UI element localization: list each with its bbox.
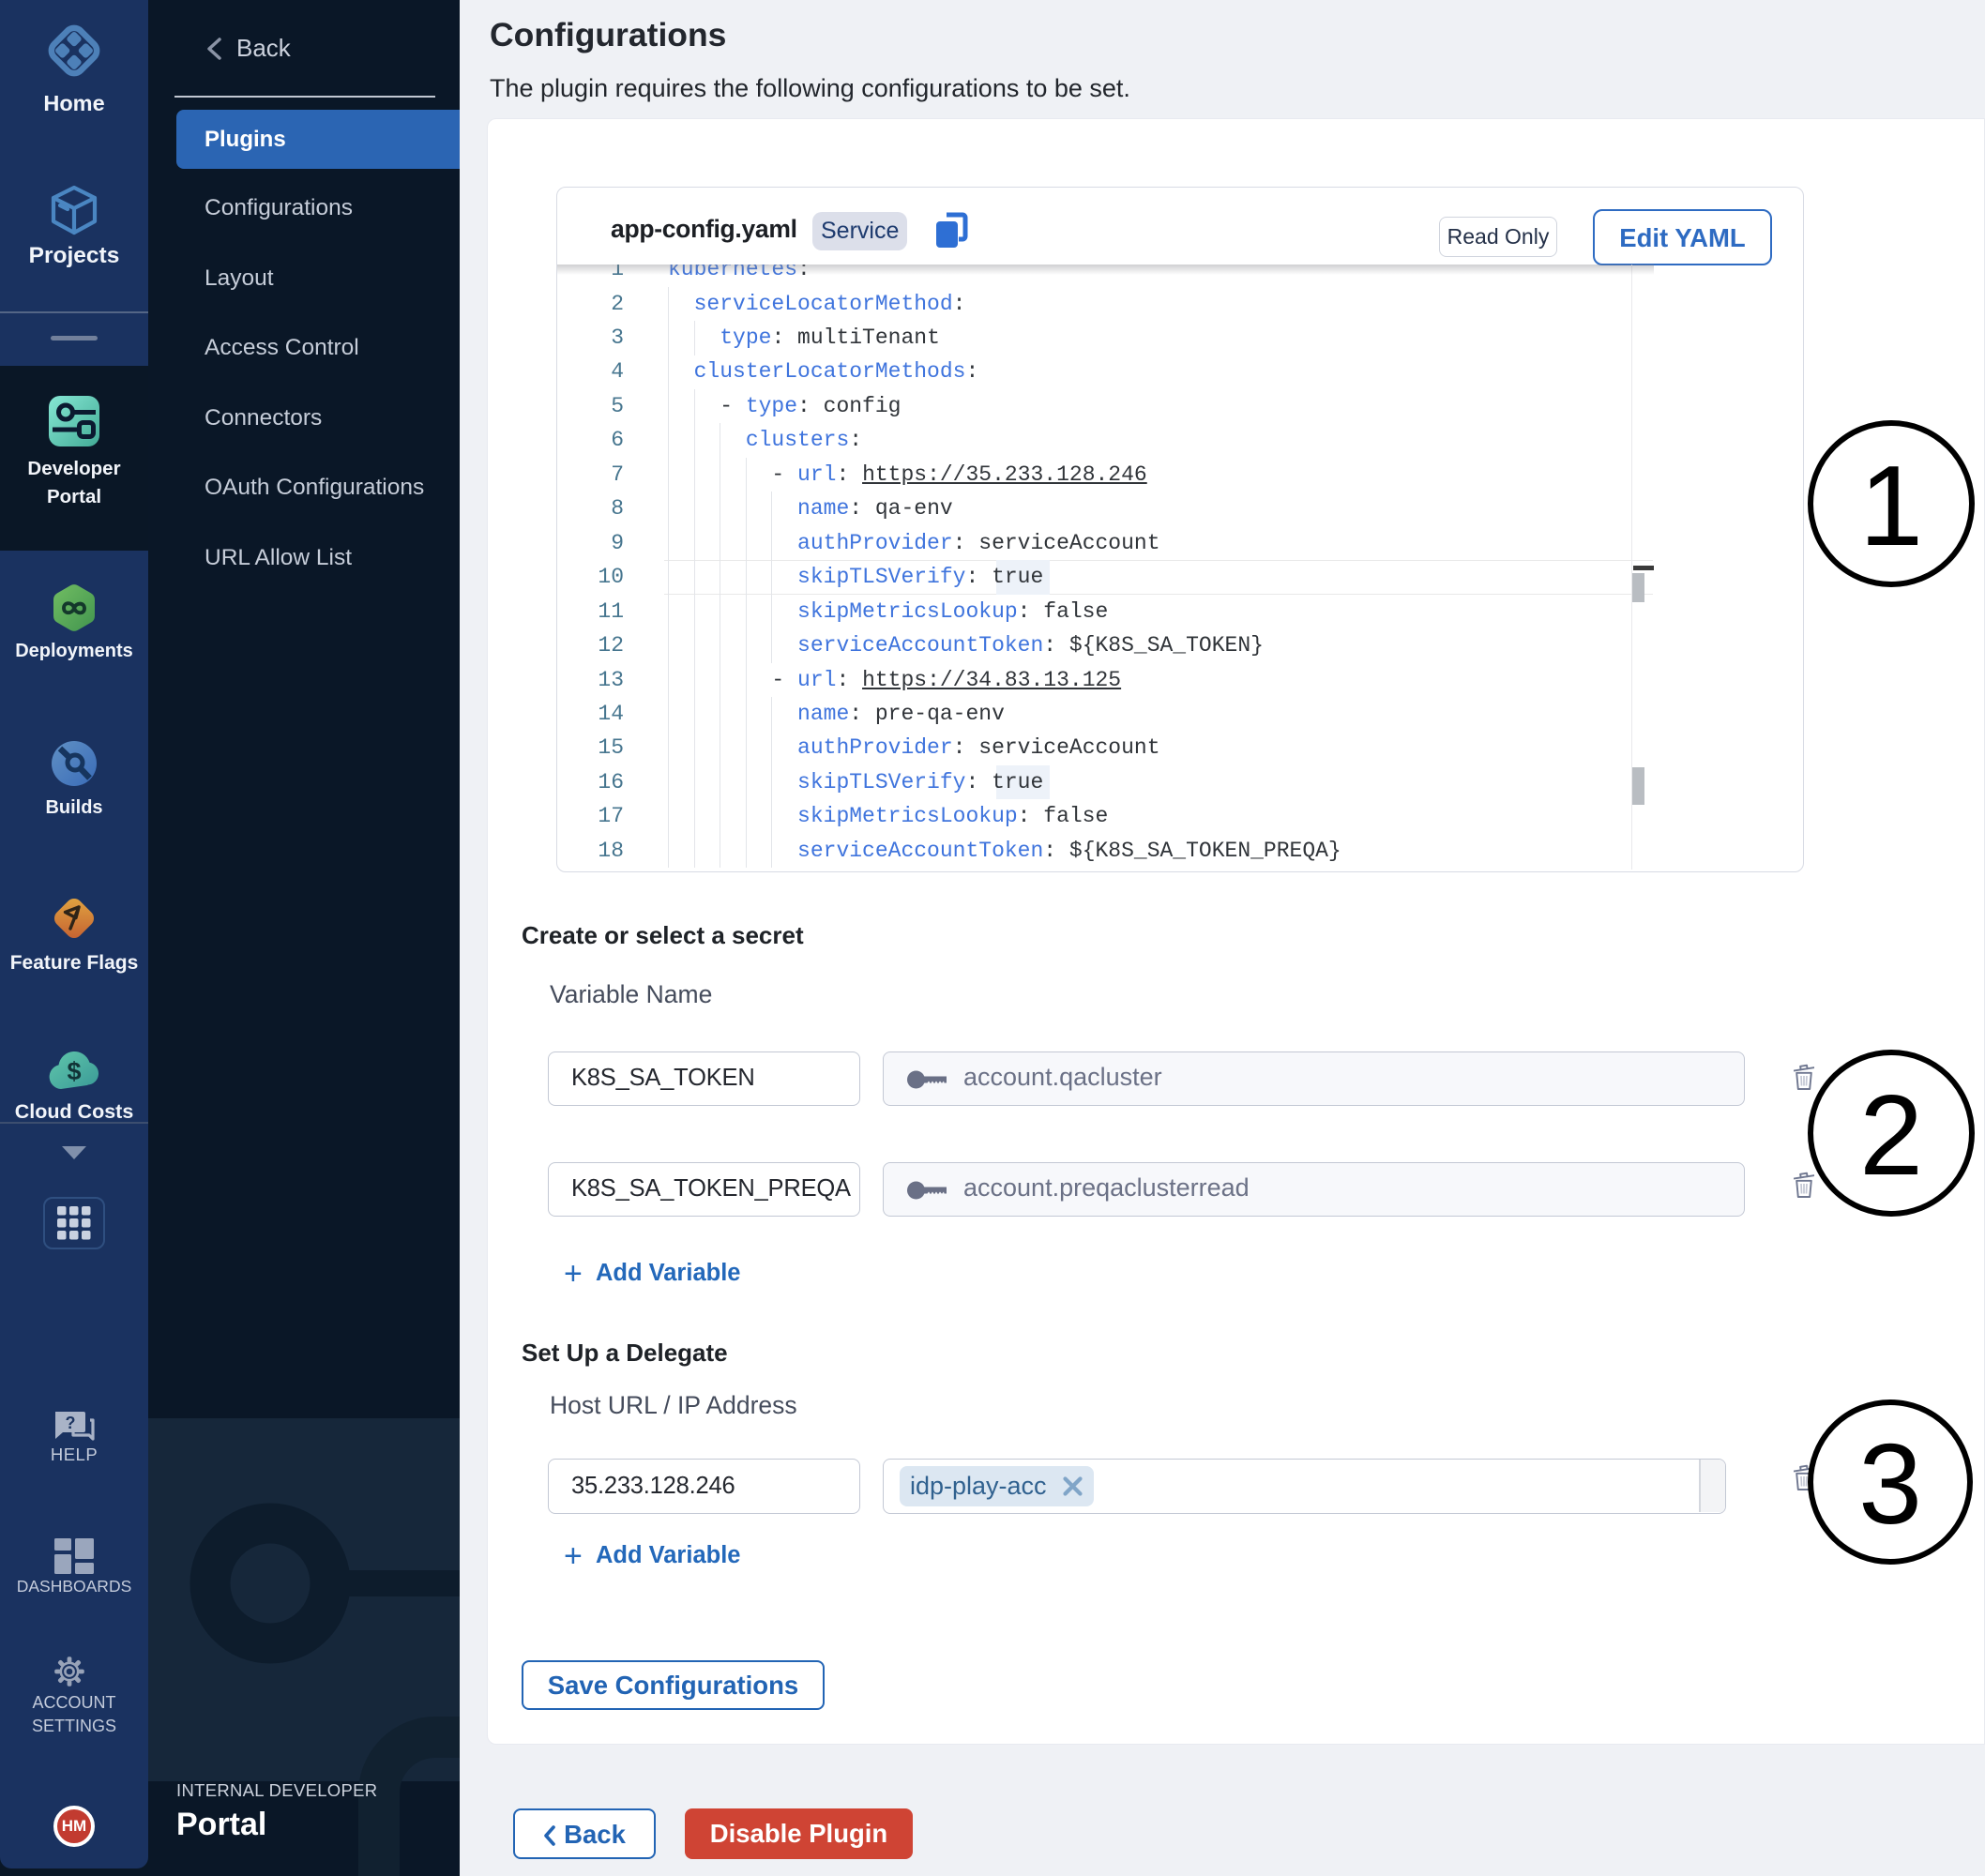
svg-text:$: $ <box>67 1057 81 1085</box>
svg-text:?: ? <box>66 1414 76 1432</box>
svg-text:1: 1 <box>1859 442 1923 569</box>
svg-text:2: 2 <box>1859 1071 1923 1199</box>
svg-text:3: 3 <box>1858 1420 1922 1548</box>
